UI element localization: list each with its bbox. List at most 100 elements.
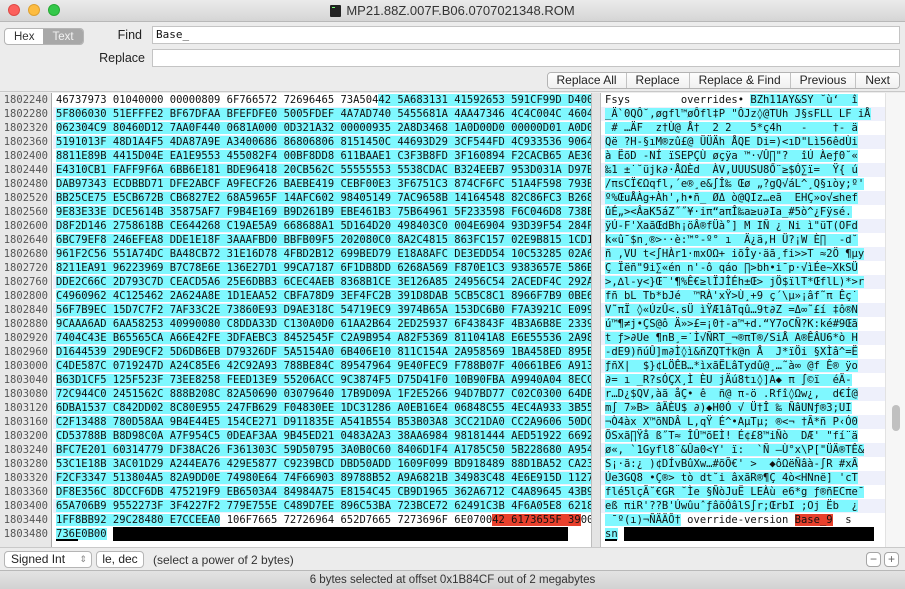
text-row[interactable]: ø«, `1Gyfl8¨&Ûa0<Y' ï: `Ñ –Ù°x\P["ÜÄ®TÊ& <box>601 443 885 457</box>
previous-button[interactable]: Previous <box>790 73 857 88</box>
text-row[interactable]: flé5lçÃ˘€GR ˘Ìe §ÑòJuË LEÀù e6*g ƒ®ñECπe… <box>601 485 885 499</box>
zoom-window-button[interactable] <box>48 4 60 16</box>
hex-row[interactable]: D1644539 29DE9CF2 5D6DB6EB D79326DF 5A51… <box>53 345 619 359</box>
hex-row[interactable]: 56F7B9EC 15D7C7F2 7AF33C2E 73860E93 D9AE… <box>53 303 619 317</box>
hex-row[interactable]: 1FF8BB92 29C28480 E7CCEEA0 106F7665 7272… <box>53 513 619 527</box>
scrollbar-thumb[interactable] <box>892 405 900 431</box>
text-row[interactable]: à ËõD -NÍ ïSEPÇÙ øçÿa ™·√Û∏"? îÚ Àeƒ0˘« <box>601 149 885 163</box>
hex-row[interactable]: 6BC79EF8 246EFEA8 DDE1E18F 3AAAFBD0 BBFB… <box>53 233 619 247</box>
hex-row[interactable]: 6DBA1537 C842DD02 8C80E955 247FB629 F048… <box>53 401 619 415</box>
mode-hex-button[interactable]: Hex <box>5 29 43 44</box>
text-row[interactable]: # …ÄF z†Ù@ Å† 2 2 5*ç4h - †- ä <box>601 121 885 135</box>
text-row[interactable]: Ç Ïëñ"9i∑«én n'-ô qáo ∏>bh•i¯p·√ìÉe~XkSÜ <box>601 261 885 275</box>
find-input[interactable]: Base_ <box>152 26 900 44</box>
text-row[interactable]: ÿÚ-F'XaãŒdBh¡öÂ®fÜà˚] M IÑ ¿ Ni ì"üT(OFd <box>601 219 885 233</box>
replace-button[interactable]: Replace <box>626 73 690 88</box>
hex-row[interactable]: 062304C9 80460D12 7AA0F440 0681A000 0D32… <box>53 121 619 135</box>
text-row[interactable]: S¡·ã:¿ )¢DÍvBûXw…#õÕ€' > ◆ôΩëÑâà-∫R #xÃ <box>601 457 885 471</box>
text-row[interactable]: ûÉ„><ÂaK5áZ˝˝¥·iπ“aπÎ‰a≥u∂Ia_#5ò^¿Fÿsé. <box>601 205 885 219</box>
remove-inspector-button[interactable]: − <box>866 552 881 567</box>
close-window-button[interactable] <box>8 4 20 16</box>
text-row[interactable]: ƒñX| $}¢LÖÊB…*ìxãËLâTydû@¸…˜à∞ @f Ê® ÿo <box>601 359 885 373</box>
hex-row[interactable]: 72C944C0 2451562C 888B208C 82A50690 0307… <box>53 387 619 401</box>
text-row[interactable]: m∫ 7»B> âÄÈU$ ∂)◆H0Ó √ Ü†Î ‰ ÑâUNƒ®3;UI <box>601 401 885 415</box>
number-type-select[interactable]: Signed Int ⇕ <box>4 551 92 568</box>
hex-row[interactable]: 9E83E33E DCE5614B 35875AF7 F9B4E169 B9D2… <box>53 205 619 219</box>
hex-pane[interactable]: 46737973 01040000 00000809 6F766572 7269… <box>53 93 619 547</box>
title-bar: MP21.88Z.007F.B06.0707021348.ROM <box>0 0 905 22</box>
text-row[interactable]: ú™¶≠j•ÇS@ô Ä»>£=¡0†-a™+d.“Y7oCÑ?K:ké#9Œã <box>601 317 885 331</box>
replace-and-find-button[interactable]: Replace & Find <box>689 73 791 88</box>
hex-bytes-selected: F2CF3347 513804A5 82A9DD0E 74980E64 74F6… <box>56 472 619 484</box>
hex-bytes-selected: D8F2D146 2758618B CE644268 C19AE5A9 6686… <box>56 220 619 232</box>
hex-row[interactable]: C4DE587C 0719247D A24C85E6 42C92A93 788B… <box>53 359 619 373</box>
hex-row[interactable]: BB25CE75 E5CB672B CB6827E2 68A5965F 14AF… <box>53 191 619 205</box>
mode-text-button[interactable]: Text <box>43 29 83 44</box>
number-type-value: Signed Int <box>11 552 66 566</box>
text-row[interactable]: ‰1 ±˙˘üjk∂·ÅΩÈd ÀV,UUUSU8Ő¨≥$Ó∑ï= Ÿ{ ú <box>601 163 885 177</box>
text-chars-selected: ÕSxã∏Ÿå ß˝T≈ ÎÛ™õEÌ! É¢£8™iÑò DÆ' "fí¨ä <box>605 430 858 442</box>
row-offset: 1803040 <box>3 374 48 386</box>
text-row[interactable]: ¯º(ı)¬ÑÄÄÕ† override-version Base_9 s <box>601 513 885 527</box>
row-offset: 1803280 <box>3 458 48 470</box>
text-row[interactable]: Fsys overrides• BZh11AY&SY ˘ù‘ î <box>601 93 885 107</box>
text-row[interactable]: V˜πÏ ◊«ÚzÛ<.sÜ ìŸÆ1âTqû…9t∂Z =Δ∞˜£í ‡ô®N <box>601 303 885 317</box>
hex-row[interactable]: D8F2D146 2758618B CE644268 C19AE5A9 6686… <box>53 219 619 233</box>
hex-row[interactable]: 9CAAA6AD 6AA58253 40990080 C8DDA33D C130… <box>53 317 619 331</box>
text-row[interactable]: Úe3GQ8 •Ç®> tò dt˘i âxãR®¶Ç 4ò<HNnë] 'cT <box>601 471 885 485</box>
hex-row[interactable]: 5191013F 48D1A4F5 4DA87A9E A3400686 8680… <box>53 135 619 149</box>
text-chars-selected: à ËõD -NÍ ïSEPÇÙ øçÿa ™·√Û∏"? îÚ Àeƒ0˘« <box>605 150 858 162</box>
text-row[interactable]: >,∆l-y<}Œ¨'¶%Ê€≥lÏJÎÉh±Œ> jÖ$ïlT*ŒflL)*>… <box>601 275 885 289</box>
hex-row[interactable]: 8211EA91 96223969 B7C78E6E 136E27D1 99CA… <box>53 261 619 275</box>
hex-row[interactable]: CD53788B B8D98C0A A7F954C5 0DEAF3AA 9B45… <box>53 429 619 443</box>
hex-row[interactable]: B63D1CF5 125F523F 73EE8258 FEED13E9 5520… <box>53 373 619 387</box>
hex-row[interactable]: DDE2C66C 2D793C7D CEACD5A6 25E6DBB3 6CEC… <box>53 275 619 289</box>
hex-row[interactable]: 46737973 01040000 00000809 6F766572 7269… <box>53 93 619 107</box>
find-replace-bar: Hex Text Find Base_ Replace Replace All … <box>0 22 905 92</box>
text-row[interactable]: Që ?H-§ıM®zû£@ ÜÜÄh ÅQE Di=)<ıD"Lì56êdÙi <box>601 135 885 149</box>
text-row[interactable]: t ƒ>∂Ue ¶nB¸=˙Ì√ÑRT_¬®πT®/SiÅ A®ÊÂU6*ò H <box>601 331 885 345</box>
text-row[interactable]: º%ŒuÅÀg+Àh',h•ñ_ ØΔ ò@QIz…eã EHÇ»o√≤hef <box>601 191 885 205</box>
minimize-window-button[interactable] <box>28 4 40 16</box>
hex-row[interactable]: DAB97343 ECDBBD71 DFE2ABCF A9FECF26 BAEB… <box>53 177 619 191</box>
text-pane[interactable]: Fsys overrides• BZh11AY&SY ˘ù‘ î _Ä`0QÔ˘,… <box>601 93 885 547</box>
hex-row[interactable]: 7404C43E B65565CA A66E42FE 3DFAEBC3 8452… <box>53 331 619 345</box>
hex-row[interactable]: C2F13488 780D58AA 9B4E44E5 154CE271 D911… <box>53 415 619 429</box>
pane-divider[interactable] <box>591 93 601 547</box>
text-row[interactable]: ñ ,VU t<∫HÀr1·mxOΩ+ iõÎy·äã¸fi>>T ≈2Ö ¶µ… <box>601 247 885 261</box>
hex-row[interactable]: E4310CB1 FAFF9F6A 6BB6E181 BDE96418 20CB… <box>53 163 619 177</box>
hex-row[interactable]: F2CF3347 513804A5 82A9DD0E 74980E64 74F6… <box>53 471 619 485</box>
replace-input[interactable] <box>152 49 900 67</box>
text-row[interactable]: fñ bL Tb*bJé ™RÀ'xŸ>Ù¸+9 ç´\µ»¡âf˜π Êç˙ <box>601 289 885 303</box>
text-row[interactable]: /πsCÏ€Ωqfl,´e®¸e&∫Î‰ Œø „?gQ√áL^¸Q§ıòy;º… <box>601 177 885 191</box>
hex-row[interactable]: 53C1E18B 3AC01D29 A244EA76 429E5877 C923… <box>53 457 619 471</box>
text-row[interactable]: k«û¯$n¸®>··è:™°-º° ı Ä¿ä,H Ü?¡W È∏ -d˘ <box>601 233 885 247</box>
endian-format-select[interactable]: le, dec <box>96 551 144 568</box>
hex-row[interactable]: BFC7E201 60314779 DF38AC26 F361303C 59D5… <box>53 443 619 457</box>
text-row[interactable]: ÕSxã∏Ÿå ß˝T≈ ÎÛ™õEÌ! É¢£8™iÑò DÆ' "fí¨ä <box>601 429 885 443</box>
row-offset: 1802640 <box>3 234 48 246</box>
hex-bytes-selected: 9E83E33E DCE5614B 35875AF7 F9B4E169 B9D2… <box>56 206 619 218</box>
find-label: Find <box>117 28 142 42</box>
text-row[interactable]: eß πiR'??B'ÚwûuˆƒâõÓâlS∫r;ŒrbI ;Oj Ëb ¿ <box>601 499 885 513</box>
text-row[interactable]: ∂= ı _R?sÓÇX¸Ì ÈU jÄú8tı◊]A◆ π ∫©ï éÄ- <box>601 373 885 387</box>
hex-row[interactable]: 961F2C56 551A74DC BA48CB72 31E16D78 4FBD… <box>53 247 619 261</box>
text-chars-selected: BZh11AY&SY ˘ù‘ î <box>750 94 858 106</box>
text-chars-selected: /πsCÏ€Ωqfl,´e®¸e&∫Î‰ Œø „?gQ√áL^¸Q§ıòy;º… <box>605 178 865 190</box>
text-row[interactable]: sn <box>601 527 885 541</box>
add-inspector-button[interactable]: + <box>884 552 899 567</box>
hex-row[interactable]: 65A706B9 9552273F 3F4227F2 779E755E C489… <box>53 499 619 513</box>
vertical-scrollbar[interactable] <box>885 93 905 547</box>
hex-row[interactable]: 8811E89B 4415D04E EA1E9553 455082F4 00BF… <box>53 149 619 163</box>
hex-row[interactable]: DF8E356C 8DCCF6DB 475219F9 EB6503A4 8498… <box>53 485 619 499</box>
text-row[interactable]: ¬Ò4àx X™õNDÂ L,qŸ É^•AµTµ; ®<¬ †Ã*ñ P‹Ó0 <box>601 415 885 429</box>
text-row[interactable]: _Ä`0QÔ˘,øgfl™øÔfl‡P "ÔJz◊@TUh J§sFLL LF … <box>601 107 885 121</box>
text-row[interactable]: r…D¿$QV,àã åÇ• ê ñ@ π-ö .Rfî◊Ωw¿, d€Í@ <box>601 387 885 401</box>
text-row[interactable]: -dE9)ñúÛ]m∂Ì◊ì&ñZQT†k@n Å J*ïÖi §XÌâ^=Ë <box>601 345 885 359</box>
replace-all-button[interactable]: Replace All <box>547 73 627 88</box>
next-button[interactable]: Next <box>856 73 899 88</box>
hex-row[interactable]: C4960962 4C125462 2A624A8E 1D1EAA52 CBFA… <box>53 289 619 303</box>
window-title: MP21.88Z.007F.B06.0707021348.ROM <box>330 3 575 18</box>
hex-row[interactable]: 736E0B00 <box>53 527 591 541</box>
hex-row[interactable]: 5F806030 51EFFFE2 BF67DFAA BFEFDFE0 5005… <box>53 107 619 121</box>
